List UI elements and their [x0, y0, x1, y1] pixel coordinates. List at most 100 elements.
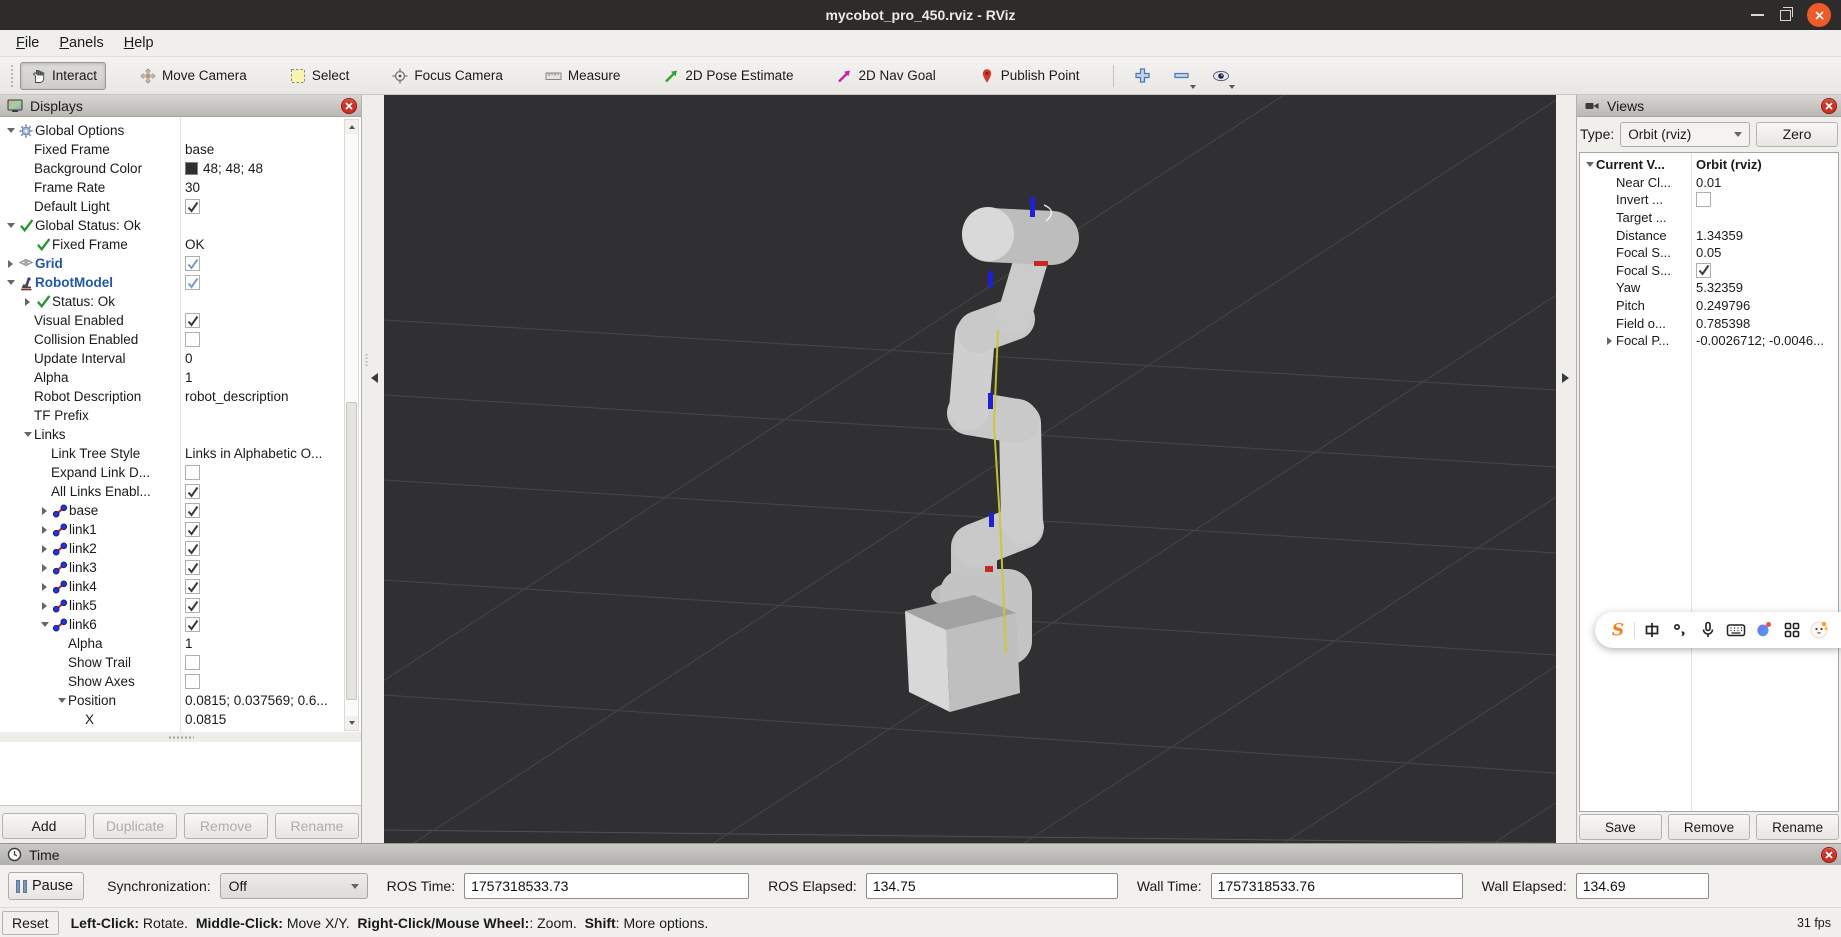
tool-move-camera[interactable]: Move Camera	[130, 62, 256, 90]
display-row-fixed-frame[interactable]: Fixed Framebase	[0, 140, 361, 159]
checkbox[interactable]	[185, 560, 200, 575]
display-row-global-options[interactable]: Global Options	[0, 121, 361, 140]
punctuation-icon[interactable]	[1666, 616, 1693, 644]
zhong-icon[interactable]	[1638, 616, 1665, 644]
checkbox[interactable]	[1696, 192, 1711, 207]
minimize-icon[interactable]	[1751, 14, 1764, 16]
display-row-link3[interactable]: link3	[0, 558, 361, 577]
displays-panel-header[interactable]: Displays	[0, 95, 361, 117]
ros-time-input[interactable]	[464, 873, 749, 899]
checkbox[interactable]	[185, 598, 200, 613]
view-row-near-cl[interactable]: Near Cl...0.01	[1580, 174, 1838, 192]
3d-viewport[interactable]	[384, 95, 1556, 843]
display-row-collision-enabled[interactable]: Collision Enabled	[0, 330, 361, 349]
checkbox[interactable]	[185, 617, 200, 632]
displays-splitter[interactable]	[0, 732, 361, 742]
display-row-link5[interactable]: link5	[0, 596, 361, 615]
displays-remove-button[interactable]: Remove	[184, 813, 268, 839]
display-row-default-light[interactable]: Default Light	[0, 197, 361, 216]
view-row-focal-p[interactable]: Focal P...-0.0026712; -0.0046...	[1580, 332, 1838, 350]
toolbar-grip[interactable]	[10, 64, 14, 88]
collapse-right-icon[interactable]	[1562, 373, 1569, 383]
view-row-focal-s[interactable]: Focal S...	[1580, 262, 1838, 280]
tool-2d-pose-estimate[interactable]: 2D Pose Estimate	[653, 62, 802, 90]
display-row-status-ok[interactable]: Status: Ok	[0, 292, 361, 311]
mic-icon[interactable]	[1694, 616, 1721, 644]
scroll-up-icon[interactable]	[345, 120, 358, 134]
checkbox[interactable]	[1696, 263, 1711, 278]
displays-scrollbar[interactable]	[344, 119, 359, 731]
checkbox[interactable]	[185, 674, 200, 689]
display-row-link4[interactable]: link4	[0, 577, 361, 596]
checkbox[interactable]	[185, 465, 200, 480]
display-row-position[interactable]: Position0.0815; 0.037569; 0.6...	[0, 691, 361, 710]
color-swatch[interactable]	[185, 162, 198, 175]
display-row-link1[interactable]: link1	[0, 520, 361, 539]
checkbox[interactable]	[185, 541, 200, 556]
views-close-icon[interactable]	[1821, 98, 1837, 114]
expander-icon[interactable]	[21, 432, 34, 437]
expander-icon[interactable]	[4, 260, 17, 268]
tool-publish-point[interactable]: Publish Point	[969, 62, 1089, 90]
tool-measure[interactable]: Measure	[536, 62, 630, 90]
sogou-s-icon[interactable]: S	[1604, 616, 1631, 644]
display-row-robot-description[interactable]: Robot Descriptionrobot_description	[0, 387, 361, 406]
checkbox[interactable]	[185, 655, 200, 670]
skin-icon[interactable]	[1750, 616, 1777, 644]
expander-icon[interactable]	[4, 280, 17, 285]
checkbox[interactable]	[185, 579, 200, 594]
tool-visibility[interactable]	[1206, 62, 1236, 90]
expander-icon[interactable]	[1603, 337, 1616, 345]
views-save-button[interactable]: Save	[1579, 814, 1662, 840]
ros-elapsed-input[interactable]	[866, 873, 1118, 899]
tool-select[interactable]: Select	[280, 62, 359, 90]
display-row-show-trail[interactable]: Show Trail	[0, 653, 361, 672]
expander-icon[interactable]	[4, 223, 17, 228]
view-row-field-o[interactable]: Field o...0.785398	[1580, 314, 1838, 332]
zero-button[interactable]: Zero	[1756, 122, 1838, 147]
displays-add-button[interactable]: Add	[2, 813, 86, 839]
display-row-show-axes[interactable]: Show Axes	[0, 672, 361, 691]
scroll-down-icon[interactable]	[345, 716, 358, 730]
expander-icon[interactable]	[55, 698, 68, 703]
displays-duplicate-button[interactable]: Duplicate	[93, 813, 177, 839]
menu-file[interactable]: File	[6, 32, 49, 54]
checkbox[interactable]	[185, 332, 200, 347]
view-type-select[interactable]: Orbit (rviz)	[1620, 122, 1750, 147]
expander-icon[interactable]	[21, 298, 34, 306]
close-window-icon[interactable]	[1807, 3, 1831, 27]
view-row-target[interactable]: Target ...	[1580, 209, 1838, 227]
display-row-base[interactable]: base	[0, 501, 361, 520]
display-row-expand-link-d[interactable]: Expand Link D...	[0, 463, 361, 482]
view-row-pitch[interactable]: Pitch0.249796	[1580, 297, 1838, 315]
display-row-link-tree-style[interactable]: Link Tree StyleLinks in Alphabetic O...	[0, 444, 361, 463]
checkbox[interactable]	[185, 199, 200, 214]
expander-icon[interactable]	[38, 507, 51, 515]
display-row-update-interval[interactable]: Update Interval0	[0, 349, 361, 368]
reset-button[interactable]: Reset	[2, 911, 59, 935]
wall-time-input[interactable]	[1211, 873, 1463, 899]
expander-icon[interactable]	[4, 128, 17, 133]
right-panel-splitter[interactable]	[1556, 95, 1576, 843]
collapse-left-icon[interactable]	[371, 373, 378, 383]
checkbox[interactable]	[185, 503, 200, 518]
checkbox[interactable]	[185, 313, 200, 328]
maximize-icon[interactable]	[1780, 10, 1791, 21]
display-row-visual-enabled[interactable]: Visual Enabled	[0, 311, 361, 330]
keyboard-icon[interactable]	[1722, 616, 1749, 644]
expander-icon[interactable]	[38, 526, 51, 534]
scrollbar-thumb[interactable]	[346, 402, 357, 700]
display-row-all-links-enabl[interactable]: All Links Enabl...	[0, 482, 361, 501]
display-row-robotmodel[interactable]: RobotModel	[0, 273, 361, 292]
pause-button[interactable]: Pause	[8, 872, 84, 900]
expander-icon[interactable]	[38, 545, 51, 553]
display-row-frame-rate[interactable]: Frame Rate30	[0, 178, 361, 197]
emoji-icon[interactable]	[1806, 616, 1833, 644]
displays-rename-button[interactable]: Rename	[275, 813, 359, 839]
checkbox[interactable]	[185, 484, 200, 499]
menu-help[interactable]: Help	[114, 32, 164, 54]
sync-select[interactable]: Off	[220, 873, 368, 899]
toolbox-icon[interactable]	[1778, 616, 1805, 644]
display-row-fixed-frame[interactable]: Fixed FrameOK	[0, 235, 361, 254]
displays-close-icon[interactable]	[341, 98, 357, 114]
